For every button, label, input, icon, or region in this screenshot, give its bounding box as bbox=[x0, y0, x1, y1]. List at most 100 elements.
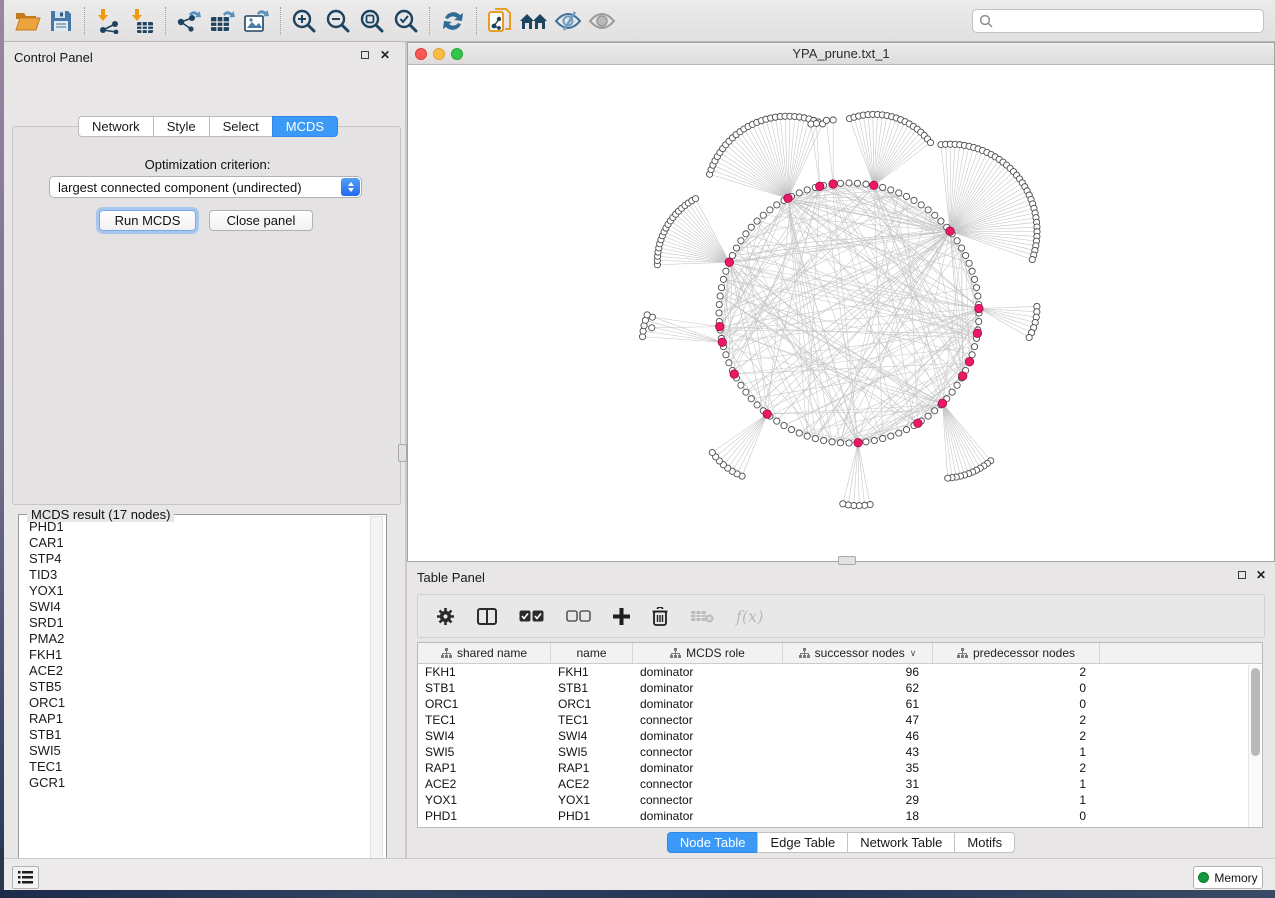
close-panel-icon[interactable]: ✕ bbox=[1256, 571, 1266, 579]
network-node[interactable] bbox=[804, 187, 810, 193]
table-row[interactable]: SWI4SWI4dominator462 bbox=[418, 728, 1262, 744]
mcds-dominator-node[interactable] bbox=[763, 410, 771, 418]
mcds-dominator-node[interactable] bbox=[816, 182, 824, 190]
delete-table-icon[interactable] bbox=[690, 609, 714, 623]
network-node[interactable] bbox=[888, 187, 894, 193]
network-node[interactable] bbox=[821, 437, 827, 443]
refresh-layout-button[interactable] bbox=[436, 4, 470, 38]
network-node[interactable] bbox=[767, 207, 773, 213]
network-node[interactable] bbox=[829, 439, 835, 445]
network-node[interactable] bbox=[932, 212, 938, 218]
show-all-button[interactable] bbox=[585, 4, 619, 38]
mcds-result-item[interactable]: STB5 bbox=[20, 679, 372, 695]
mcds-result-item[interactable]: TID3 bbox=[20, 567, 372, 583]
network-node[interactable] bbox=[738, 238, 744, 244]
mcds-result-item[interactable]: YOX1 bbox=[20, 583, 372, 599]
mcds-dominator-node[interactable] bbox=[946, 227, 954, 235]
mcds-dominator-node[interactable] bbox=[718, 338, 726, 346]
tab-mcds[interactable]: MCDS bbox=[272, 116, 338, 137]
mcds-result-item[interactable]: ORC1 bbox=[20, 695, 372, 711]
tab-network-table[interactable]: Network Table bbox=[847, 832, 954, 853]
network-node[interactable] bbox=[813, 120, 819, 126]
mcds-result-item[interactable]: PMA2 bbox=[20, 631, 372, 647]
network-node[interactable] bbox=[971, 344, 977, 350]
delete-columns-trash-icon[interactable] bbox=[652, 607, 668, 626]
network-node[interactable] bbox=[716, 301, 722, 307]
network-node[interactable] bbox=[863, 439, 869, 445]
network-node[interactable] bbox=[925, 207, 931, 213]
network-node[interactable] bbox=[958, 245, 964, 251]
network-node[interactable] bbox=[945, 475, 951, 481]
float-window-icon[interactable] bbox=[1238, 571, 1246, 579]
network-node[interactable] bbox=[720, 276, 726, 282]
mcds-result-item[interactable]: SWI5 bbox=[20, 743, 372, 759]
first-neighbors-button[interactable] bbox=[517, 4, 551, 38]
mcds-result-item[interactable]: STB1 bbox=[20, 727, 372, 743]
network-node[interactable] bbox=[969, 268, 975, 274]
mcds-dominator-node[interactable] bbox=[730, 370, 738, 378]
mcds-result-list[interactable]: PHD1CAR1STP4TID3YOX1SWI4SRD1PMA2FKH1ACE2… bbox=[20, 519, 372, 877]
horizontal-splitter-handle[interactable] bbox=[838, 556, 856, 565]
column-header-MCDS-role[interactable]: MCDS role bbox=[633, 643, 783, 663]
mcds-result-item[interactable]: STP4 bbox=[20, 551, 372, 567]
export-image-button[interactable] bbox=[240, 4, 274, 38]
network-node[interactable] bbox=[774, 418, 780, 424]
network-node[interactable] bbox=[716, 310, 722, 316]
network-node[interactable] bbox=[692, 196, 698, 202]
float-window-icon[interactable] bbox=[361, 51, 369, 59]
network-node[interactable] bbox=[918, 202, 924, 208]
network-node[interactable] bbox=[804, 433, 810, 439]
table-scrollbar-thumb[interactable] bbox=[1251, 668, 1260, 756]
network-node[interactable] bbox=[774, 202, 780, 208]
tab-select[interactable]: Select bbox=[209, 116, 272, 137]
network-node[interactable] bbox=[830, 117, 836, 123]
network-node[interactable] bbox=[871, 437, 877, 443]
zoom-window-traffic-light[interactable] bbox=[451, 48, 463, 60]
network-node[interactable] bbox=[796, 430, 802, 436]
network-node[interactable] bbox=[976, 318, 982, 324]
network-canvas[interactable] bbox=[408, 65, 1274, 561]
mcds-result-item[interactable]: PHD1 bbox=[20, 519, 372, 535]
mcds-dominator-node[interactable] bbox=[975, 304, 983, 312]
mcds-result-item[interactable]: RAP1 bbox=[20, 711, 372, 727]
network-node[interactable] bbox=[723, 352, 729, 358]
zoom-out-button[interactable] bbox=[321, 4, 355, 38]
zoom-fit-button[interactable] bbox=[355, 4, 389, 38]
network-node[interactable] bbox=[880, 184, 886, 190]
network-node[interactable] bbox=[754, 402, 760, 408]
open-session-button[interactable] bbox=[10, 4, 44, 38]
network-node[interactable] bbox=[717, 293, 723, 299]
tab-edge-table[interactable]: Edge Table bbox=[757, 832, 847, 853]
mcds-dominator-node[interactable] bbox=[965, 357, 973, 365]
network-node[interactable] bbox=[649, 325, 655, 331]
mcds-result-item[interactable]: SWI4 bbox=[20, 599, 372, 615]
network-node[interactable] bbox=[888, 433, 894, 439]
network-node[interactable] bbox=[840, 501, 846, 507]
network-node[interactable] bbox=[962, 252, 968, 258]
close-panel-button[interactable]: Close panel bbox=[209, 210, 313, 231]
network-node[interactable] bbox=[812, 435, 818, 441]
export-network-button[interactable] bbox=[172, 4, 206, 38]
mcds-dominator-node[interactable] bbox=[716, 322, 724, 330]
tab-motifs[interactable]: Motifs bbox=[954, 832, 1015, 853]
table-row[interactable]: YOX1YOX1connector291 bbox=[418, 792, 1262, 808]
network-node[interactable] bbox=[709, 449, 715, 455]
network-node[interactable] bbox=[754, 218, 760, 224]
network-node[interactable] bbox=[911, 197, 917, 203]
network-node[interactable] bbox=[718, 285, 724, 291]
mcds-dominator-node[interactable] bbox=[854, 438, 862, 446]
table-row[interactable]: STB1STB1dominator620 bbox=[418, 680, 1262, 696]
table-row[interactable]: FKH1FKH1dominator962 bbox=[418, 664, 1262, 680]
network-node[interactable] bbox=[975, 293, 981, 299]
table-settings-gear-icon[interactable] bbox=[436, 607, 455, 626]
network-node[interactable] bbox=[748, 396, 754, 402]
mcds-dominator-node[interactable] bbox=[938, 399, 946, 407]
network-node[interactable] bbox=[846, 440, 852, 446]
table-row[interactable]: ACE2ACE2connector311 bbox=[418, 776, 1262, 792]
network-node[interactable] bbox=[723, 268, 729, 274]
network-node[interactable] bbox=[927, 140, 933, 146]
zoom-in-button[interactable] bbox=[287, 4, 321, 38]
network-node[interactable] bbox=[973, 285, 979, 291]
network-node[interactable] bbox=[863, 181, 869, 187]
mcds-result-item[interactable]: CAR1 bbox=[20, 535, 372, 551]
